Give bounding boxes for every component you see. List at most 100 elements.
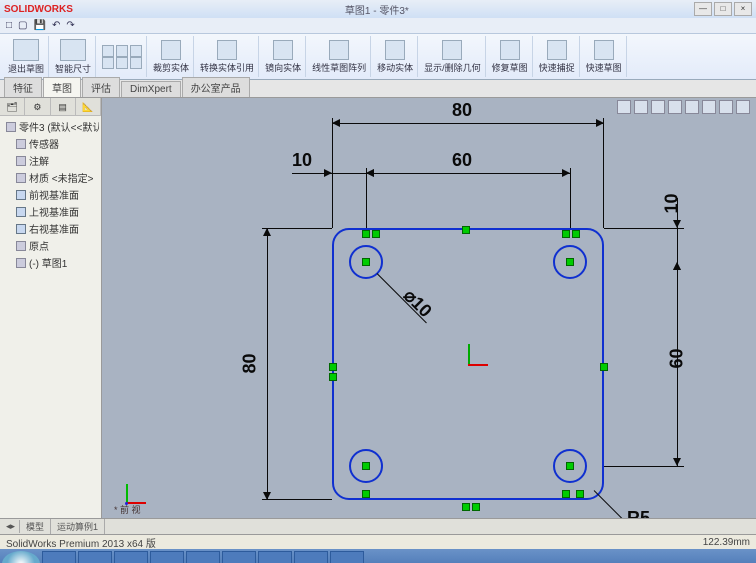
rect-icon[interactable] (116, 45, 128, 57)
dim-ext (604, 466, 684, 467)
tab-evaluate[interactable]: 评估 (82, 77, 120, 97)
relation-icon[interactable] (566, 462, 574, 470)
relation-icon[interactable] (362, 462, 370, 470)
section-icon[interactable] (702, 100, 716, 114)
relation-icon[interactable] (576, 490, 584, 498)
close-button[interactable]: × (734, 2, 752, 16)
tree-top-plane[interactable]: 上视基准面 (2, 203, 99, 220)
arc-icon[interactable] (102, 57, 114, 69)
view-orient-icon[interactable] (668, 100, 682, 114)
tab-features[interactable]: 特征 (4, 77, 42, 97)
ribbon-pattern[interactable]: 线性草图阵列 (308, 36, 371, 77)
taskbar-app-icon[interactable] (294, 551, 328, 563)
bottom-tab-model[interactable]: 模型 (20, 519, 51, 534)
point-icon[interactable] (130, 57, 142, 69)
ribbon-display[interactable]: 显示/删除几何 (420, 36, 486, 77)
relation-icon[interactable] (562, 490, 570, 498)
ribbon-repair[interactable]: 修复草图 (488, 36, 533, 77)
dim-width-80[interactable]: 80 (452, 100, 472, 121)
sidetab-prop-icon[interactable]: ⚙ (25, 98, 50, 115)
relation-icon[interactable] (462, 226, 470, 234)
ribbon-rapid[interactable]: 快速草图 (582, 36, 627, 77)
line-icon[interactable] (102, 45, 114, 57)
dim-vspacing-60[interactable]: 60 (667, 348, 688, 368)
relation-icon[interactable] (362, 258, 370, 266)
taskbar-app-icon[interactable] (114, 551, 148, 563)
dim-hoffset-10[interactable]: 10 (292, 150, 312, 171)
relation-icon[interactable] (329, 363, 337, 371)
relation-icon[interactable] (472, 503, 480, 511)
trim-icon (161, 40, 181, 60)
taskbar-app-icon[interactable] (222, 551, 256, 563)
bottom-tab-motion[interactable]: 运动算例1 (51, 519, 105, 534)
bottom-tab-nav-icon[interactable]: ◂▸ (0, 520, 20, 533)
title-bar: SOLIDWORKS 草图1 - 零件3* — □ × (0, 0, 756, 18)
sidetab-conf-icon[interactable]: ▤ (51, 98, 76, 115)
ribbon-exit-sketch[interactable]: 退出草图 (4, 36, 49, 77)
relation-icon[interactable] (362, 490, 370, 498)
taskbar-app-icon[interactable] (150, 551, 184, 563)
dim-fillet-r5[interactable]: R5 (627, 508, 650, 518)
ribbon-move[interactable]: 移动实体 (373, 36, 418, 77)
material-icon (16, 173, 26, 183)
tree-annotations[interactable]: 注解 (2, 152, 99, 169)
zoom-fit-icon[interactable] (617, 100, 631, 114)
tab-dimxpert[interactable]: DimXpert (121, 81, 181, 97)
relation-icon[interactable] (372, 230, 380, 238)
pattern-icon (329, 40, 349, 60)
appearance-icon[interactable] (736, 100, 750, 114)
maximize-button[interactable]: □ (714, 2, 732, 16)
dim-height-80[interactable]: 80 (240, 353, 261, 373)
qat-redo-icon[interactable]: ↷ (66, 20, 74, 31)
display-style-icon[interactable] (685, 100, 699, 114)
ribbon-smart-dim[interactable]: 智能尺寸 (51, 36, 96, 77)
tree-material[interactable]: 材质 <未指定> (2, 169, 99, 186)
relation-icon[interactable] (462, 503, 470, 511)
relation-icon[interactable] (329, 373, 337, 381)
hide-show-icon[interactable] (719, 100, 733, 114)
tree-right-plane[interactable]: 右视基准面 (2, 220, 99, 237)
circle-icon[interactable] (130, 45, 142, 57)
dim-voffset-10[interactable]: 10 (662, 193, 683, 213)
ribbon-snap[interactable]: 快速捕捉 (535, 36, 580, 77)
graphics-area[interactable]: 80 60 10 10 60 (102, 98, 756, 518)
tab-sketch[interactable]: 草图 (43, 77, 81, 97)
relation-icon[interactable] (562, 230, 570, 238)
taskbar-app-icon[interactable] (186, 551, 220, 563)
ribbon-convert[interactable]: 转换实体引用 (196, 36, 259, 77)
ribbon-mirror[interactable]: 镜向实体 (261, 36, 306, 77)
sidetab-tree-icon[interactable]: 🗂 (0, 98, 25, 115)
taskbar-app-icon[interactable] (330, 551, 364, 563)
taskbar-app-icon[interactable] (258, 551, 292, 563)
tree-root[interactable]: 零件3 (默认<<默认>_显示状态 (2, 118, 99, 135)
dim-hspacing-60[interactable]: 60 (452, 150, 472, 171)
tree-sketch1[interactable]: (-) 草图1 (2, 254, 99, 271)
sidetab-dim-icon[interactable]: 📐 (76, 98, 101, 115)
tab-office[interactable]: 办公室产品 (182, 77, 250, 97)
rotate-icon[interactable] (651, 100, 665, 114)
tree-front-plane[interactable]: 前视基准面 (2, 186, 99, 203)
qat-new-icon[interactable]: □ (6, 20, 12, 31)
taskbar-app-icon[interactable] (78, 551, 112, 563)
relation-icon[interactable] (362, 230, 370, 238)
taskbar-app-icon[interactable] (42, 551, 76, 563)
qat-save-icon[interactable]: 💾 (34, 20, 46, 31)
ribbon-trim[interactable]: 裁剪实体 (149, 36, 194, 77)
relation-icon[interactable] (600, 363, 608, 371)
tree-sensors[interactable]: 传感器 (2, 135, 99, 152)
minimize-button[interactable]: — (694, 2, 712, 16)
tree-origin[interactable]: 原点 (2, 237, 99, 254)
start-button[interactable] (2, 551, 40, 563)
relation-icon[interactable] (572, 230, 580, 238)
repair-icon (500, 40, 520, 60)
feature-tree-panel: 🗂 ⚙ ▤ 📐 零件3 (默认<<默认>_显示状态 传感器 注解 材质 <未指定… (0, 98, 102, 518)
zoom-area-icon[interactable] (634, 100, 648, 114)
qat-open-icon[interactable]: ▢ (18, 20, 27, 31)
arrow-icon (673, 458, 681, 466)
command-tabs: 特征 草图 评估 DimXpert 办公室产品 (0, 80, 756, 98)
spline-icon[interactable] (116, 57, 128, 69)
relation-icon[interactable] (566, 258, 574, 266)
arrow-icon (596, 119, 604, 127)
qat-undo-icon[interactable]: ↶ (52, 20, 60, 31)
ribbon-sketch-tools[interactable] (98, 36, 147, 77)
